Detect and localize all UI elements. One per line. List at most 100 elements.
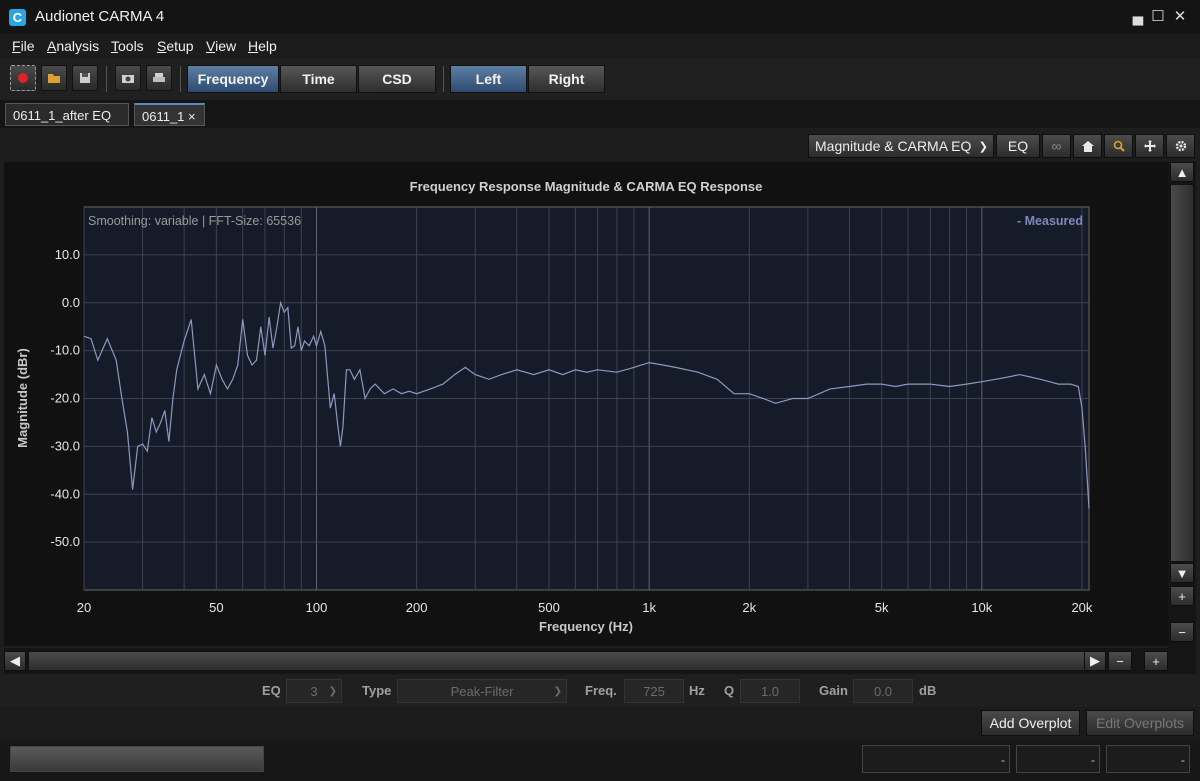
menu-setup[interactable]: Setup xyxy=(157,38,194,54)
screenshot-button[interactable] xyxy=(115,65,141,91)
q-input[interactable]: 1.0 xyxy=(740,679,800,703)
freq-label: Freq. xyxy=(585,683,617,698)
frequency-response-chart: Frequency Response Magnitude & CARMA EQ … xyxy=(4,162,1168,646)
record-button[interactable] xyxy=(10,65,36,91)
main-toolbar: Frequency Time CSD Left Right xyxy=(0,58,1200,100)
x-tick-label: 5k xyxy=(875,600,889,615)
print-button[interactable] xyxy=(146,65,172,91)
save-icon xyxy=(80,73,90,83)
scroll-right-button[interactable]: ▶ xyxy=(1084,651,1106,671)
channel-left-button[interactable]: Left xyxy=(450,65,527,93)
x-tick-label: 20k xyxy=(1071,600,1092,615)
vertical-scrollbar[interactable]: ▲ ▼ + − xyxy=(1168,162,1196,648)
title-bar: C Audionet CARMA 4 ▄ ☐ ✕ xyxy=(0,0,1200,34)
eq-number-value: 3 xyxy=(310,683,318,699)
y-tick-label: -20.0 xyxy=(50,391,80,406)
tab-label: 0611_1_after EQ xyxy=(13,108,112,123)
legend-measured[interactable]: - Measured xyxy=(1017,214,1083,228)
home-icon xyxy=(1081,140,1094,152)
vertical-zoom-in-button[interactable]: + xyxy=(1170,586,1194,606)
menu-bar: File Analysis Tools Setup View Help xyxy=(0,34,1200,58)
x-tick-label: 100 xyxy=(306,600,328,615)
edit-overplots-button[interactable]: Edit Overplots xyxy=(1086,710,1194,736)
x-tick-label: 200 xyxy=(406,600,428,615)
plot-mode-select[interactable]: Magnitude & CARMA EQ ❯ xyxy=(808,134,994,158)
pan-button[interactable] xyxy=(1135,134,1164,158)
eq-button[interactable]: EQ xyxy=(996,134,1040,158)
gain-input[interactable]: 0.0 xyxy=(853,679,913,703)
add-overplot-button[interactable]: Add Overplot xyxy=(981,710,1080,736)
printer-icon xyxy=(153,73,165,82)
window-title: Audionet CARMA 4 xyxy=(35,8,165,25)
document-tabs: 0611_1_after EQ 0611_1 × xyxy=(0,100,1200,128)
close-icon[interactable]: ✕ xyxy=(1170,8,1190,26)
horizontal-zoom-out-button[interactable]: − xyxy=(1108,651,1132,671)
tab-0611-1[interactable]: 0611_1 × xyxy=(134,103,205,126)
app-icon: C xyxy=(9,9,26,26)
y-tick-label: -10.0 xyxy=(50,343,80,358)
freq-unit: Hz xyxy=(689,683,705,698)
gain-label: Gain xyxy=(819,683,848,698)
toolbar-separator xyxy=(106,66,107,92)
y-tick-label: 10.0 xyxy=(55,247,80,262)
open-button[interactable] xyxy=(41,65,67,91)
q-label: Q xyxy=(724,683,735,698)
status-bar: - - - xyxy=(0,741,1200,781)
horizontal-scroll-thumb[interactable] xyxy=(28,651,1090,671)
settings-button[interactable] xyxy=(1166,134,1195,158)
vertical-scroll-thumb[interactable] xyxy=(1170,184,1194,562)
progress-bar xyxy=(10,746,264,772)
x-tick-label: 500 xyxy=(538,600,560,615)
smoothing-info: Smoothing: variable | FFT-Size: 65536 xyxy=(88,214,301,228)
move-icon xyxy=(1143,140,1156,152)
menu-analysis[interactable]: Analysis xyxy=(47,38,99,54)
status-field-3-value: - xyxy=(1181,753,1185,767)
tab-label: 0611_1 xyxy=(142,109,185,124)
scroll-left-button[interactable]: ◀ xyxy=(4,651,26,671)
gear-icon xyxy=(1175,140,1186,152)
view-time-button[interactable]: Time xyxy=(280,65,357,93)
y-tick-label: -50.0 xyxy=(50,534,80,549)
menu-view[interactable]: View xyxy=(206,38,236,54)
tab-close-icon[interactable]: × xyxy=(188,109,196,124)
home-button[interactable] xyxy=(1073,134,1102,158)
status-field-1-value: - xyxy=(1001,753,1005,767)
horizontal-zoom-in-button[interactable]: + xyxy=(1144,651,1168,671)
vertical-zoom-out-button[interactable]: − xyxy=(1170,622,1194,642)
scroll-down-button[interactable]: ▼ xyxy=(1170,563,1194,583)
x-tick-label: 20 xyxy=(77,600,91,615)
horizontal-scrollbar[interactable]: ◀ ▶ − + xyxy=(4,648,1196,674)
view-frequency-button[interactable]: Frequency xyxy=(187,65,279,93)
filter-type-select[interactable]: Peak-Filter ❯ xyxy=(397,679,567,703)
x-tick-label: 50 xyxy=(209,600,223,615)
view-csd-button[interactable]: CSD xyxy=(358,65,436,93)
y-axis-label: Magnitude (dBr) xyxy=(15,348,30,448)
menu-help[interactable]: Help xyxy=(248,38,277,54)
status-field-3: - xyxy=(1106,745,1190,773)
channel-right-button[interactable]: Right xyxy=(528,65,605,93)
scroll-up-button[interactable]: ▲ xyxy=(1170,162,1194,182)
chevron-down-icon: ❯ xyxy=(978,140,988,153)
freq-input[interactable]: 725 xyxy=(624,679,684,703)
x-tick-label: 1k xyxy=(642,600,656,615)
menu-tools[interactable]: Tools xyxy=(111,38,144,54)
link-icon[interactable]: ∞ xyxy=(1042,134,1071,158)
eq-parameter-bar: EQ 3 ❯ Type Peak-Filter ❯ Freq. 725 Hz Q… xyxy=(0,676,1200,706)
maximize-icon[interactable]: ☐ xyxy=(1148,8,1168,26)
chevron-down-icon: ❯ xyxy=(553,685,562,697)
folder-icon xyxy=(48,74,60,83)
tab-after-eq[interactable]: 0611_1_after EQ xyxy=(5,103,129,126)
status-field-2: - xyxy=(1016,745,1100,773)
minimize-icon[interactable]: ▄ xyxy=(1128,8,1148,26)
filter-type-value: Peak-Filter xyxy=(450,683,514,699)
save-button[interactable] xyxy=(72,65,98,91)
x-tick-label: 10k xyxy=(971,600,992,615)
toolbar-separator xyxy=(443,66,444,92)
gain-unit: dB xyxy=(919,683,937,698)
plot-toolbar: Magnitude & CARMA EQ ❯ EQ ∞ xyxy=(4,130,1196,162)
y-tick-label: 0.0 xyxy=(62,295,80,310)
eq-number-select[interactable]: 3 ❯ xyxy=(286,679,342,703)
zoom-button[interactable] xyxy=(1104,134,1133,158)
menu-file[interactable]: File xyxy=(12,38,35,54)
plot-mode-value: Magnitude & CARMA EQ xyxy=(815,138,972,154)
